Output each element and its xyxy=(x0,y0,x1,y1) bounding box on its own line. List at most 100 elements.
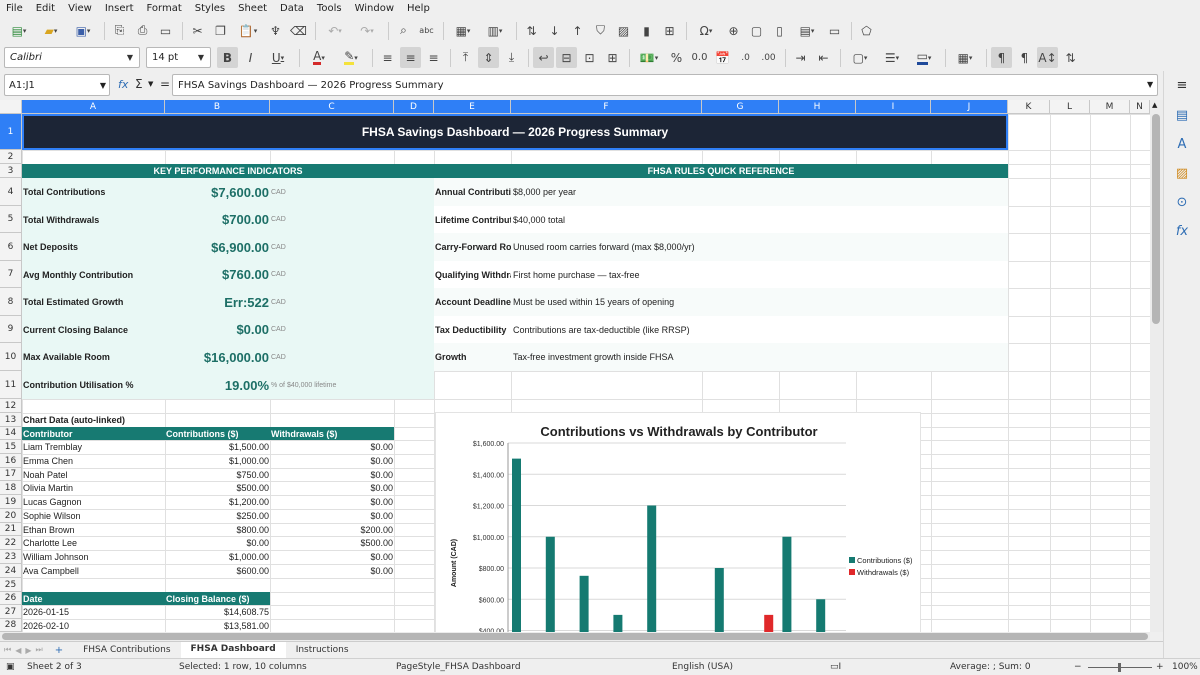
zoom-slider-handle[interactable] xyxy=(1118,663,1121,672)
border-color-icon[interactable]: ▭ ▾ xyxy=(909,47,939,68)
percent-format-icon[interactable]: % xyxy=(666,47,687,68)
sort-ascending-icon[interactable]: ↓ xyxy=(544,20,565,41)
column-header-l[interactable]: L xyxy=(1050,100,1090,114)
table-cell[interactable]: $250.00 xyxy=(165,509,270,523)
function-wizard-icon[interactable]: fx xyxy=(118,78,128,91)
save-icon[interactable]: ▣ ▾ xyxy=(68,20,98,41)
status-summary[interactable]: Average: ; Sum: 0 xyxy=(950,662,1031,672)
row-header-8[interactable]: 8 xyxy=(0,288,22,316)
table-cell[interactable]: $0.00 xyxy=(270,440,394,454)
chevron-down-icon[interactable]: ▼ xyxy=(192,48,210,67)
row-header-4[interactable]: 4 xyxy=(0,178,22,206)
tab-fhsa-dashboard[interactable]: FHSA Dashboard xyxy=(180,642,286,658)
expand-formula-icon[interactable]: ▼ xyxy=(1147,80,1153,89)
align-left-icon[interactable]: ≡ xyxy=(377,47,398,68)
menu-file[interactable]: File xyxy=(6,3,23,14)
zoom-out-icon[interactable]: − xyxy=(1074,662,1082,672)
border-style-icon[interactable]: ☰ ▾ xyxy=(877,47,907,68)
column-header-f[interactable]: F xyxy=(511,100,702,114)
find-replace-icon[interactable]: ⌕ xyxy=(393,20,414,41)
table-cell[interactable]: $500.00 xyxy=(270,536,394,550)
text-direction-rtl-icon[interactable]: ¶ xyxy=(1014,47,1035,68)
open-folder-icon[interactable]: ▰ ▾ xyxy=(36,20,66,41)
redo-icon[interactable]: ↷ ▾ xyxy=(352,20,382,41)
column-header-a[interactable]: A xyxy=(22,100,165,114)
hyperlink-icon[interactable]: ⊕ xyxy=(723,20,744,41)
align-top-icon[interactable]: ⤒ xyxy=(455,47,476,68)
decrease-indent-icon[interactable]: ⇤ xyxy=(813,47,834,68)
last-sheet-icon[interactable]: ⏭ xyxy=(36,645,43,655)
table-cell[interactable]: Emma Chen xyxy=(22,454,165,468)
row-header-15[interactable]: 15 xyxy=(0,440,22,454)
next-sheet-icon[interactable]: ▶ xyxy=(25,646,31,655)
column-header-i[interactable]: I xyxy=(856,100,931,114)
row-header-6[interactable]: 6 xyxy=(0,233,22,261)
increase-indent-icon[interactable]: ⇥ xyxy=(790,47,811,68)
row-header-17[interactable]: 17 xyxy=(0,468,22,481)
column-header-g[interactable]: G xyxy=(702,100,779,114)
font-color-icon[interactable]: A ▾ xyxy=(304,47,334,68)
new-document-icon[interactable]: ▤ ▾ xyxy=(4,20,34,41)
functions-icon[interactable]: fx xyxy=(1172,221,1192,241)
unmerge-cells-icon[interactable]: ⊞ xyxy=(602,47,623,68)
row-header-16[interactable]: 16 xyxy=(0,454,22,468)
font-size-box[interactable]: 14 pt ▼ xyxy=(146,47,211,68)
paste-icon[interactable]: 📋 ▾ xyxy=(233,20,263,41)
column-header-n[interactable]: N xyxy=(1130,100,1150,114)
align-bottom-icon[interactable]: ⤓ xyxy=(501,47,522,68)
merge-cells-icon[interactable]: ⊡ xyxy=(579,47,600,68)
table-cell[interactable]: $0.00 xyxy=(270,481,394,495)
sum-icon[interactable]: Σ xyxy=(135,77,143,91)
chevron-down-icon[interactable]: ▼ xyxy=(100,81,106,90)
row-header-21[interactable]: 21 xyxy=(0,523,22,536)
menu-styles[interactable]: Styles xyxy=(195,3,225,14)
add-decimal-icon[interactable]: .0 xyxy=(735,47,756,68)
table-cell[interactable]: $1,500.00 xyxy=(165,440,270,454)
borders-icon[interactable]: ▢ ▾ xyxy=(845,47,875,68)
row-header-18[interactable]: 18 xyxy=(0,481,22,495)
row-header-27[interactable]: 27 xyxy=(0,605,22,619)
row-header-12[interactable]: 12 xyxy=(0,399,22,413)
table-cell[interactable]: $750.00 xyxy=(165,468,270,481)
vertical-scrollbar[interactable]: ▲ xyxy=(1150,100,1163,632)
name-box[interactable]: A1:J1 ▼ xyxy=(4,74,110,96)
bar-chart[interactable]: Contributions vs Withdrawals by Contribu… xyxy=(435,412,921,632)
table-cell[interactable]: $1,200.00 xyxy=(165,495,270,509)
formula-input[interactable]: FHSA Savings Dashboard — 2026 Progress S… xyxy=(172,74,1158,96)
underline-icon[interactable]: U ▾ xyxy=(263,47,293,68)
undo-icon[interactable]: ↶ ▾ xyxy=(320,20,350,41)
column-header-k[interactable]: K xyxy=(1008,100,1050,114)
table-cell[interactable]: Charlotte Lee xyxy=(22,536,165,550)
gallery-icon[interactable]: ▨ xyxy=(1172,163,1192,183)
column-icon[interactable]: ▥ ▾ xyxy=(480,20,510,41)
table-cell[interactable]: $200.00 xyxy=(270,523,394,536)
row-header-1[interactable]: 1 xyxy=(0,114,22,150)
text-direction-ltr-icon[interactable]: ¶ xyxy=(991,47,1012,68)
table-cell[interactable]: $600.00 xyxy=(165,564,270,578)
define-print-area-icon[interactable]: ▤ ▾ xyxy=(792,20,822,41)
insert-image-icon[interactable]: ▨ xyxy=(613,20,634,41)
spreadsheet-grid[interactable]: ABCDEFGHIJKLMN 1 2 3 4 5 6 7 8 9 10 11 12 13 14 15 16 17… xyxy=(0,100,1150,632)
zoom-in-icon[interactable]: + xyxy=(1156,662,1164,672)
table-cell[interactable]: Lucas Gagnon xyxy=(22,495,165,509)
table-cell[interactable]: $0.00 xyxy=(270,509,394,523)
row-header-3[interactable]: 3 xyxy=(0,164,22,178)
row-header-11[interactable]: 11 xyxy=(0,371,22,399)
row-header-14[interactable]: 14 xyxy=(0,427,22,440)
table-cell[interactable]: $14,608.75 xyxy=(165,605,270,619)
row-header-19[interactable]: 19 xyxy=(0,495,22,509)
table-cell[interactable]: 2026-01-15 xyxy=(22,605,165,619)
stacked-text-icon[interactable]: ⇅ xyxy=(1060,47,1081,68)
menu-format[interactable]: Format xyxy=(147,3,182,14)
row-header-22[interactable]: 22 xyxy=(0,536,22,550)
row-header-10[interactable]: 10 xyxy=(0,343,22,371)
sort-descending-icon[interactable]: ↑ xyxy=(567,20,588,41)
date-format-icon[interactable]: 📅 xyxy=(712,47,733,68)
table-cell[interactable]: Ava Campbell xyxy=(22,564,165,578)
row-header-26[interactable]: 26 xyxy=(0,592,22,605)
copy-icon[interactable]: ❐ xyxy=(210,20,231,41)
tab-fhsa-contributions[interactable]: FHSA Contributions xyxy=(73,642,180,658)
selection-mode-icon[interactable]: ▭I xyxy=(830,662,841,672)
table-cell[interactable]: William Johnson xyxy=(22,550,165,564)
table-cell[interactable]: $500.00 xyxy=(165,481,270,495)
